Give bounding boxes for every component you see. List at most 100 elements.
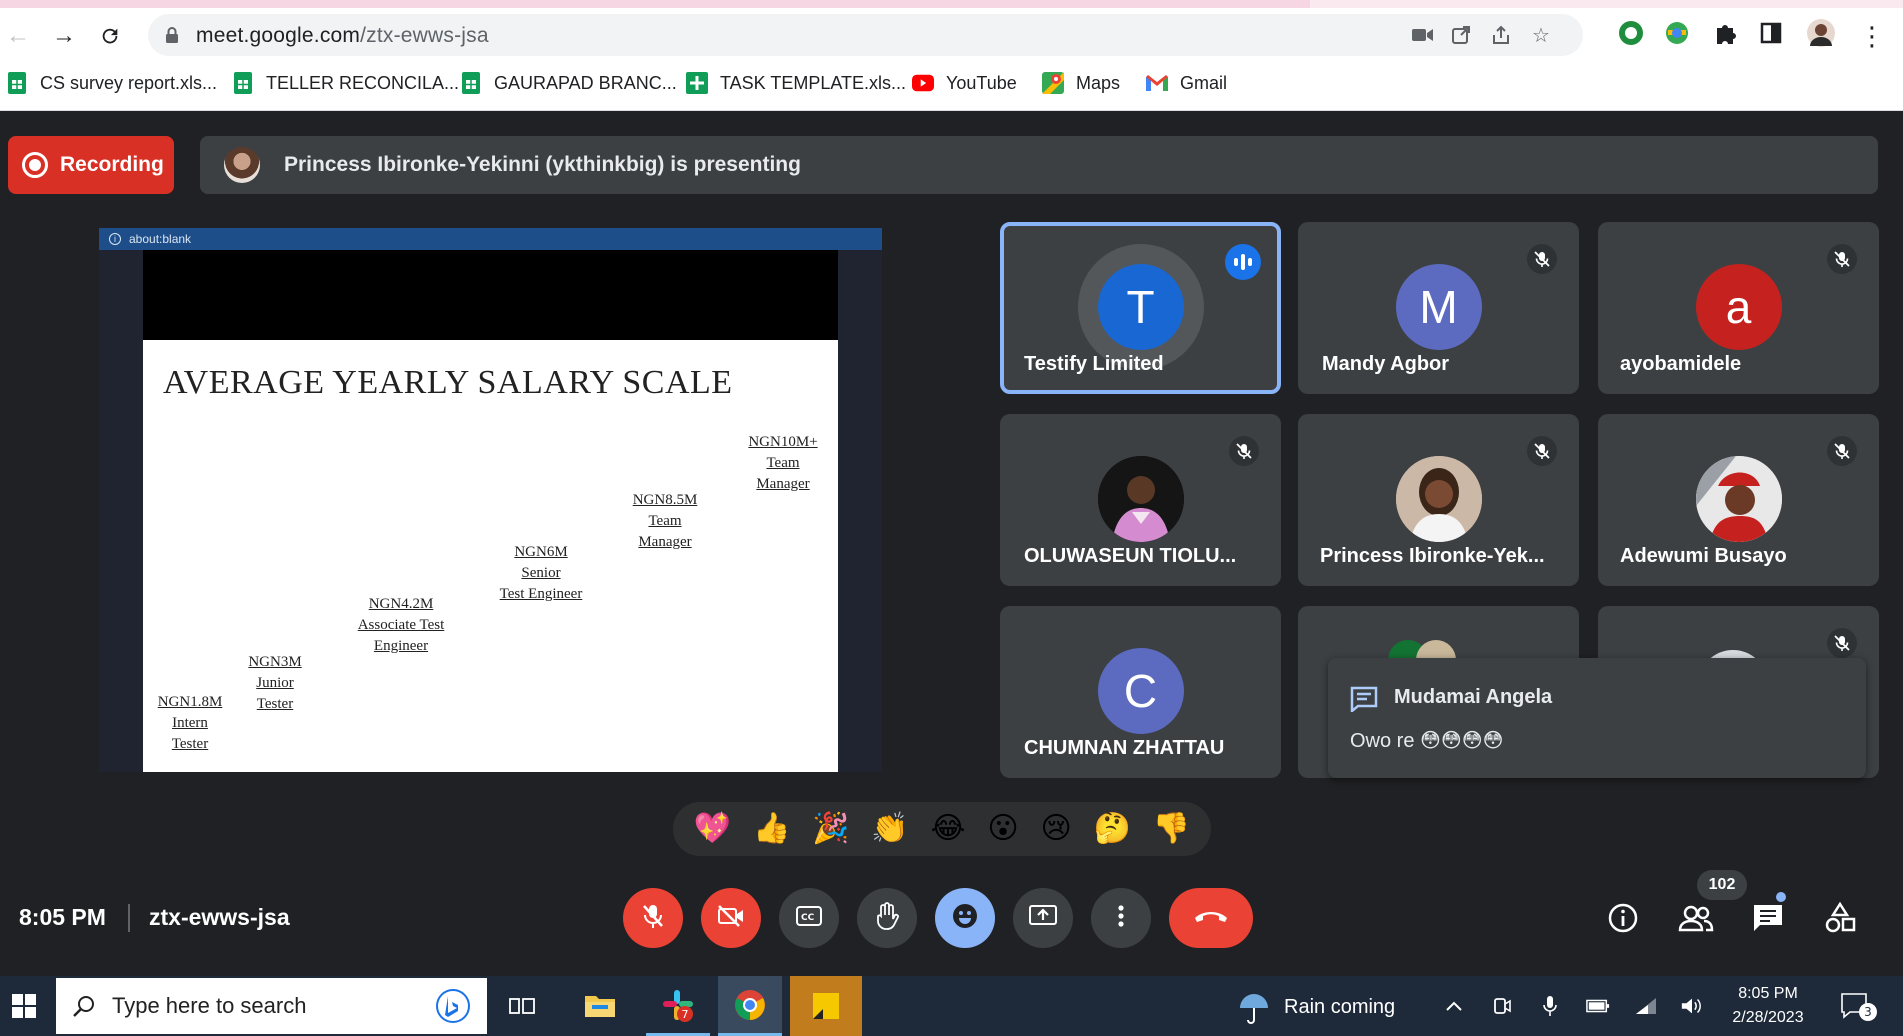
file-explorer-icon[interactable] [568,976,632,1036]
camera-toggle-button[interactable] [701,888,761,948]
more-vert-icon [1117,904,1125,933]
emoji-icon [951,902,979,935]
profile-avatar[interactable] [1806,18,1836,48]
volume-icon[interactable] [1680,994,1704,1018]
recording-button[interactable]: Recording [8,136,174,194]
notifications-icon[interactable]: 3 [1840,992,1880,1022]
camera-in-use-icon[interactable] [1410,22,1436,48]
extensions-puzzle-icon[interactable] [1710,18,1740,48]
step-amount: NGN8.5M [632,492,698,508]
shared-screen[interactable]: i about:blank AVERAGE YEARLY SALARY SCAL… [99,228,882,772]
chat-notification[interactable]: Mudamai Angela Owo re 😳😳😳😳 [1328,658,1866,778]
reaction-thinking[interactable]: 🤔 [1094,814,1131,844]
divider [128,904,130,932]
step-amount: NGN4.2M [368,596,434,612]
bookmark-label: CS survey report.xls... [40,72,218,93]
captions-button[interactable]: CC [779,888,839,948]
microphone-icon[interactable] [1538,994,1562,1018]
forward-icon[interactable]: → [46,18,82,54]
mic-toggle-button[interactable] [623,888,683,948]
chat-message: Owo re 😳😳😳😳 [1350,730,1504,752]
participant-photo [1097,456,1184,542]
extension-globe-icon[interactable] [1662,18,1692,48]
participant-tile[interactable]: T Testify Limited [1000,222,1281,394]
side-panel-icon[interactable] [1756,18,1786,48]
reaction-clap[interactable]: 👏 [871,814,908,844]
reaction-heart[interactable]: 💖 [694,814,731,844]
participant-tile[interactable]: OLUWASEUN TIOLU... [1000,414,1281,586]
raise-hand-button[interactable] [857,888,917,948]
step-role: Tester [171,736,209,752]
battery-icon[interactable] [1586,994,1610,1018]
mic-off-icon [1229,436,1259,466]
weather-text[interactable]: Rain coming [1284,996,1395,1019]
taskbar-search-input[interactable]: Type here to search [56,978,487,1034]
slack-icon[interactable]: 7 [646,976,710,1036]
present-button[interactable] [1013,888,1073,948]
reaction-surprised[interactable]: 😮 [987,814,1018,844]
address-bar[interactable]: meet.google.com/ztx-ewws-jsa ☆ [148,14,1583,56]
chevron-up-icon[interactable] [1442,994,1466,1018]
people-icon[interactable] [1676,898,1716,938]
meeting-code: ztx-ewws-jsa [149,904,290,930]
bookmark-label: GAURAPAD BRANC... [494,72,677,93]
task-view-icon[interactable] [490,976,554,1036]
presenting-banner: Princess Ibironke-Yekinni (ykthinkbig) i… [200,136,1878,194]
maps-icon [1042,72,1064,94]
windows-start-icon[interactable] [0,976,48,1036]
reload-icon[interactable] [92,18,128,54]
participant-tile[interactable]: M Mandy Agbor [1298,222,1579,394]
chrome-menu-icon[interactable]: ⋮ [1854,18,1890,54]
active-tab-edge[interactable] [1310,0,1903,8]
reaction-thumbs-down[interactable]: 👎 [1153,814,1190,844]
leave-call-button[interactable] [1169,888,1253,948]
open-external-icon[interactable] [1448,22,1474,48]
reactions-button[interactable] [935,888,995,948]
step-role: Test Engineer [499,586,583,602]
participant-photo [1695,456,1782,542]
bookmark-item[interactable]: TELLER RECONCILA... [232,70,459,96]
frame-label: about:blank [129,232,192,246]
participant-tile[interactable]: Princess Ibironke-Yek... [1298,414,1579,586]
system-clock[interactable]: 8:05 PM 2/28/2023 [1718,982,1818,1030]
reaction-party[interactable]: 🎉 [812,814,849,844]
weather-rain-icon[interactable] [1236,990,1272,1024]
sticky-notes-icon[interactable] [790,976,862,1036]
meeting-details-icon[interactable] [1603,898,1643,938]
reaction-thumbs-up[interactable]: 👍 [753,814,790,844]
participant-photo [1395,456,1482,542]
back-icon[interactable]: ← [0,18,36,54]
chrome-taskbar-icon[interactable] [718,976,782,1036]
clock-date: 2/28/2023 [1732,1009,1804,1026]
presenting-text: Princess Ibironke-Yekinni (ykthinkbig) i… [284,153,801,176]
bing-icon[interactable] [435,988,471,1030]
mic-off-icon [1527,436,1557,466]
sheets-icon [460,72,482,94]
avatar-initial: T [1126,281,1155,333]
wifi-icon[interactable] [1634,994,1658,1018]
participant-tile[interactable]: C CHUMNAN ZHATTAU [1000,606,1281,778]
extension-green-icon[interactable] [1616,18,1646,48]
bookmark-item[interactable]: GAURAPAD BRANC... [460,70,677,96]
meet-now-icon[interactable] [1490,994,1514,1018]
participant-tile[interactable]: a ayobamidele [1598,222,1879,394]
mic-off-icon [1827,628,1857,658]
bookmark-item[interactable]: CS survey report.xls... [6,70,217,96]
reaction-laugh[interactable]: 😂 [931,814,966,844]
step-role: Intern [172,715,208,731]
slide-title: AVERAGE YEARLY SALARY SCALE [163,364,733,401]
salary-step: NGN1.8M Intern Tester [149,692,231,755]
step-role: Engineer [373,638,429,654]
reaction-sad[interactable]: 😢 [1040,814,1071,844]
bookmark-item[interactable]: YouTube [912,70,1017,96]
bookmark-item[interactable]: Maps [1042,70,1120,96]
activities-icon[interactable] [1820,898,1860,938]
bookmark-item[interactable]: TASK TEMPLATE.xls... [686,70,906,96]
bookmark-star-icon[interactable]: ☆ [1528,22,1554,48]
more-options-button[interactable] [1091,888,1151,948]
sheets-icon [232,72,254,94]
chat-everyone-icon[interactable] [1748,898,1788,938]
participant-tile[interactable]: Adewumi Busayo [1598,414,1879,586]
share-icon[interactable] [1488,22,1514,48]
bookmark-item[interactable]: Gmail [1146,70,1227,96]
